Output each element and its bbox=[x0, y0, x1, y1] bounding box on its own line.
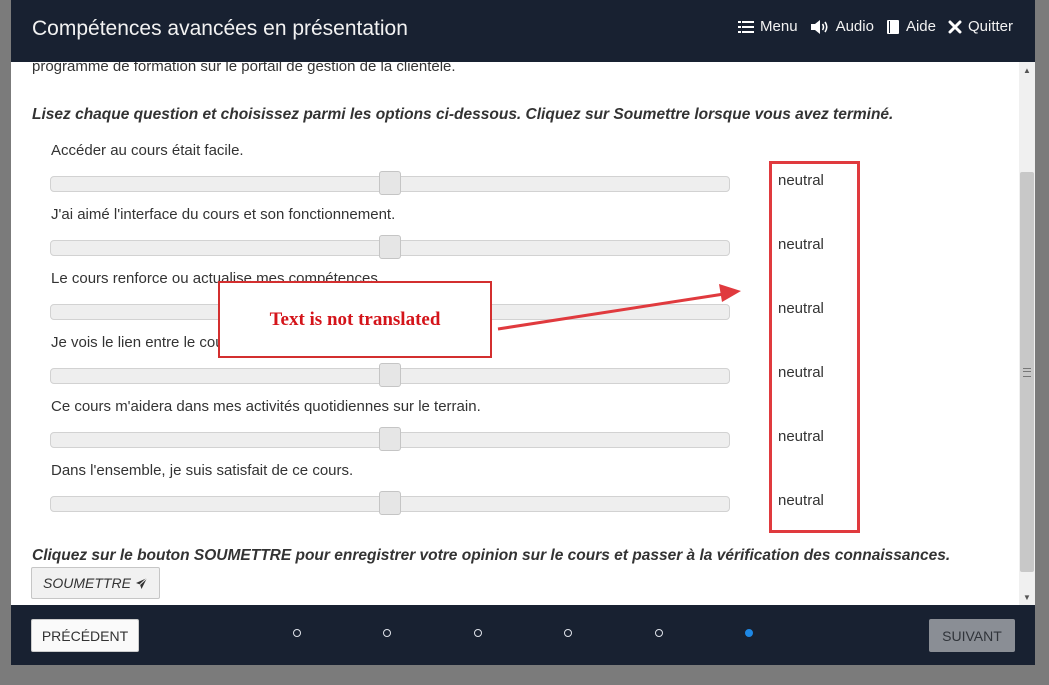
annotation-arrow-icon bbox=[497, 284, 741, 331]
annotation-callout: Text is not translated bbox=[218, 281, 492, 358]
